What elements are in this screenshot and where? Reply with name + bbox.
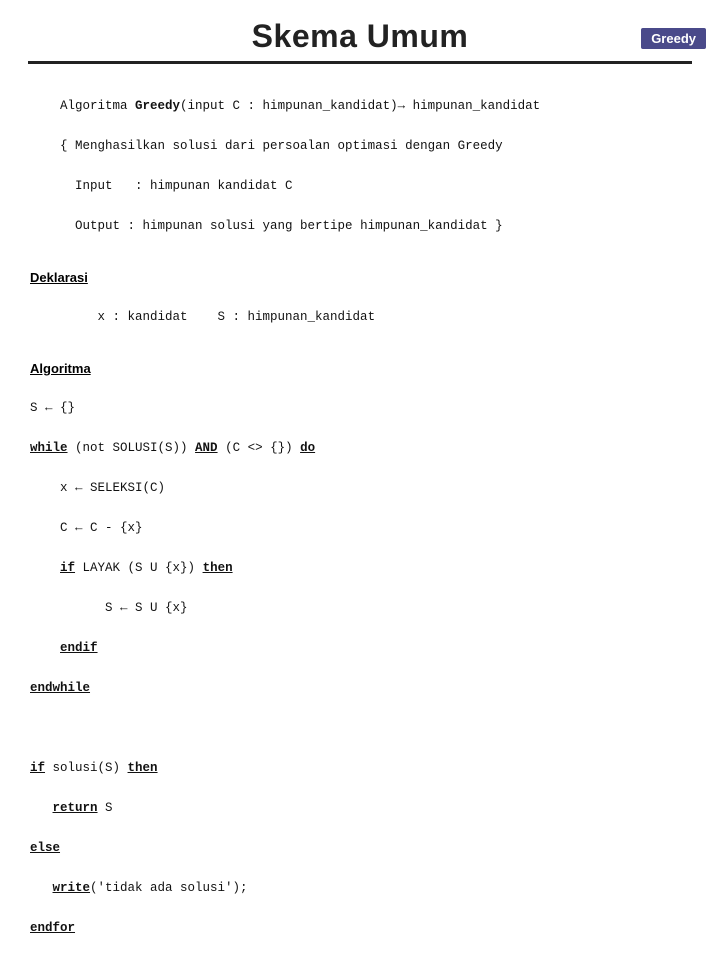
description-section: Algoritma Greedy(input C : himpunan_kand… <box>30 76 690 256</box>
alg-line-1: S ← {} <box>30 401 75 415</box>
alg-line-3: x ← SELEKSI(C) <box>30 481 165 495</box>
alg-line-8: endwhile <box>30 681 90 695</box>
alg-line-9: if solusi(S) then <box>30 761 158 775</box>
alg-line-5: if LAYAK (S U {x}) then <box>30 561 233 575</box>
desc-line4: Output : himpunan solusi yang bertipe hi… <box>60 219 503 233</box>
deklarasi-section: Deklarasi x : kandidat S : himpunan_kand… <box>30 270 690 347</box>
deklarasi-header: Deklarasi <box>30 270 690 285</box>
desc-line1: Algoritma Greedy(input C : himpunan_kand… <box>60 99 540 113</box>
alg-line-4: C ← C - {x} <box>30 521 143 535</box>
alg-line-12: write('tidak ada solusi'); <box>30 881 248 895</box>
content-area: Algoritma Greedy(input C : himpunan_kand… <box>0 76 720 958</box>
badge-label: Greedy <box>651 31 696 46</box>
alg-line-6: S ← S U {x} <box>30 601 188 615</box>
alg-line-11: else <box>30 841 60 855</box>
alg-line-7: endif <box>30 641 98 655</box>
main-title: Skema Umum <box>0 18 720 55</box>
divider <box>28 61 692 64</box>
desc-line3: Input : himpunan kandidat C <box>60 179 293 193</box>
alg-line-13: endfor <box>30 921 75 935</box>
title-text: Skema Umum <box>252 18 469 54</box>
deklarasi-content: x : kandidat S : himpunan_kandidat <box>30 287 690 347</box>
deklarasi-line: x : kandidat S : himpunan_kandidat <box>75 310 375 324</box>
algoritma-code: S ← {} while (not SOLUSI(S)) AND (C <> {… <box>30 378 690 958</box>
alg-line-2: while (not SOLUSI(S)) AND (C <> {}) do <box>30 441 315 455</box>
algoritma-section: Algoritma S ← {} while (not SOLUSI(S)) A… <box>30 361 690 958</box>
alg-line-10: return S <box>30 801 113 815</box>
greedy-badge: Greedy <box>641 28 706 49</box>
desc-line2: { Menghasilkan solusi dari persoalan opt… <box>60 139 503 153</box>
algoritma-header: Algoritma <box>30 361 690 376</box>
